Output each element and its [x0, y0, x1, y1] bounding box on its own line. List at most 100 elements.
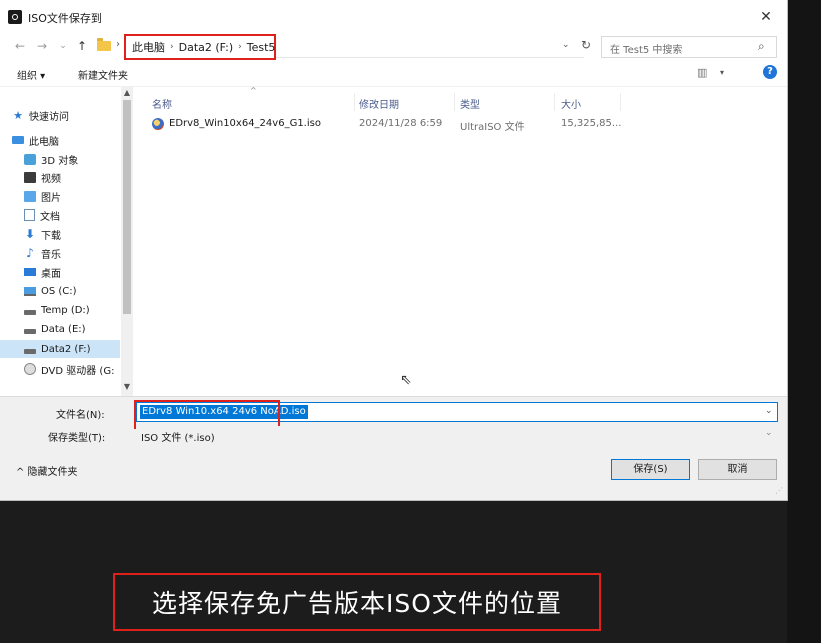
- filetype-select[interactable]: [136, 426, 778, 444]
- address-separator: ›: [116, 39, 120, 50]
- file-modified: 2024/11/28 6:59: [359, 118, 443, 129]
- desktop-icon: [24, 268, 36, 276]
- caption-text: 选择保存免广告版本ISO文件的位置: [152, 589, 562, 618]
- file-type: UltraISO 文件: [460, 122, 525, 133]
- sidebar-item-label: 视频: [41, 173, 61, 185]
- sidebar-item-label: DVD 驱动器 (G:: [41, 365, 115, 377]
- organize-button[interactable]: 组织 ▾: [17, 67, 45, 82]
- help-icon[interactable]: ?: [763, 65, 777, 79]
- column-divider: [554, 93, 555, 111]
- navigation-pane: ★ 快速访问 此电脑 3D 对象 视频 图片 文档 ⬇ 下载 ♪ 音乐 桌面 O…: [0, 86, 133, 396]
- sidebar-item-label: 下载: [41, 230, 61, 242]
- drive-icon: [24, 309, 36, 315]
- app-icon: [8, 10, 22, 24]
- search-placeholder: 在 Test5 中搜索: [610, 45, 683, 56]
- scroll-down-icon[interactable]: ▼: [121, 382, 133, 391]
- computer-icon: [12, 136, 24, 144]
- search-input[interactable]: 在 Test5 中搜索 ⌕: [601, 36, 777, 58]
- sort-indicator-icon: ^: [250, 86, 257, 95]
- video-icon: [24, 171, 36, 183]
- download-arrow-icon: ⬇: [24, 226, 36, 241]
- drive-icon: [24, 328, 36, 334]
- iso-file-icon: [152, 118, 164, 130]
- sidebar-item-label: 音乐: [41, 249, 61, 261]
- address-dropdown-icon[interactable]: ⌄: [562, 40, 570, 50]
- recent-dropdown-icon[interactable]: ⌄: [55, 38, 71, 54]
- column-divider: [354, 93, 355, 111]
- filename-dropdown-icon[interactable]: ⌄: [765, 406, 773, 416]
- sidebar-item-data-e[interactable]: Data (E:): [24, 320, 86, 338]
- file-size: 15,325,85...: [561, 118, 622, 129]
- save-button[interactable]: 保存(S): [611, 459, 690, 480]
- scroll-thumb[interactable]: [123, 100, 131, 314]
- column-header-modified[interactable]: 修改日期: [359, 96, 399, 111]
- column-header-type[interactable]: 类型: [460, 96, 480, 111]
- sidebar-item-os-c[interactable]: OS (C:): [24, 282, 77, 300]
- column-header-size[interactable]: 大小: [561, 96, 581, 111]
- sidebar-item-quick-access[interactable]: ★ 快速访问: [12, 106, 69, 124]
- sidebar-item-pictures[interactable]: 图片: [24, 187, 61, 205]
- refresh-icon[interactable]: ↻: [581, 38, 591, 52]
- breadcrumb-data2[interactable]: Data2 (F:): [179, 41, 234, 54]
- sidebar-item-label: 桌面: [41, 268, 61, 280]
- scroll-up-icon[interactable]: ▲: [121, 88, 133, 97]
- picture-icon: [24, 190, 36, 202]
- sidebar-item-documents[interactable]: 文档: [24, 206, 60, 224]
- sidebar-item-label: Data (E:): [41, 323, 86, 335]
- sidebar-item-label: 快速访问: [29, 111, 69, 123]
- sidebar-item-label: 文档: [40, 211, 60, 223]
- search-icon: ⌕: [758, 39, 765, 53]
- system-drive-icon: [24, 286, 36, 296]
- sidebar-item-3d-objects[interactable]: 3D 对象: [24, 150, 78, 168]
- sidebar-item-desktop[interactable]: 桌面: [24, 263, 61, 281]
- sidebar-item-label: Temp (D:): [41, 304, 90, 316]
- music-note-icon: ♪: [26, 245, 34, 260]
- caption-box: 选择保存免广告版本ISO文件的位置: [113, 573, 601, 631]
- cancel-button[interactable]: 取消: [698, 459, 777, 480]
- sidebar-item-videos[interactable]: 视频: [24, 168, 61, 186]
- window-title: ISO文件保存到: [28, 12, 102, 25]
- back-arrow-icon[interactable]: ←: [12, 38, 28, 54]
- breadcrumb-this-pc[interactable]: 此电脑: [132, 39, 165, 55]
- sidebar-item-data2-f[interactable]: Data2 (F:): [0, 340, 120, 358]
- sidebar-item-temp-d[interactable]: Temp (D:): [24, 301, 90, 319]
- up-arrow-icon[interactable]: ↑: [74, 38, 90, 54]
- sidebar-item-music[interactable]: ♪ 音乐: [24, 244, 61, 262]
- view-dropdown-icon[interactable]: ▾: [720, 68, 724, 77]
- sidebar-item-downloads[interactable]: ⬇ 下载: [24, 225, 61, 243]
- background-strip: [787, 0, 821, 643]
- filetype-dropdown-icon[interactable]: ⌄: [765, 428, 773, 438]
- view-options-icon[interactable]: ▥: [697, 66, 707, 79]
- sidebar-item-this-pc[interactable]: 此电脑: [12, 131, 59, 149]
- column-header-name[interactable]: 名称: [152, 96, 172, 111]
- filetype-label: 保存类型(T):: [48, 433, 106, 444]
- star-icon: ★: [13, 108, 23, 122]
- forward-arrow-icon[interactable]: →: [34, 38, 50, 54]
- mouse-cursor-icon: ⇖: [400, 372, 412, 388]
- file-name[interactable]: EDrv8_Win10x64_24v6_G1.iso: [169, 118, 321, 129]
- hide-folders-button[interactable]: ^ 隐藏文件夹: [16, 463, 78, 478]
- sidebar-item-dvd-g[interactable]: DVD 驱动器 (G:: [24, 360, 114, 378]
- breadcrumb-separator: ›: [238, 42, 242, 52]
- cube-icon: [24, 153, 36, 165]
- sidebar-item-label: 3D 对象: [41, 155, 79, 167]
- new-folder-button[interactable]: 新建文件夹: [78, 67, 128, 82]
- title-bar: ISO文件保存到 ✕: [0, 0, 787, 32]
- filename-highlight-box: [134, 400, 280, 429]
- filename-label: 文件名(N):: [56, 410, 105, 421]
- sidebar-item-label: 图片: [41, 192, 61, 204]
- breadcrumb[interactable]: 此电脑 › Data2 (F:) › Test5: [124, 34, 276, 60]
- close-icon[interactable]: ✕: [756, 8, 776, 26]
- breadcrumb-test5[interactable]: Test5: [247, 41, 276, 54]
- save-dialog: ISO文件保存到 ✕ ← → ⌄ ↑ › 此电脑 › Data2 (F:) › …: [0, 0, 788, 501]
- breadcrumb-separator: ›: [170, 42, 174, 52]
- dvd-icon: [24, 363, 36, 375]
- filetype-value: ISO 文件 (*.iso): [141, 433, 215, 444]
- resize-grip-icon[interactable]: ⋰: [775, 486, 783, 495]
- column-divider: [454, 93, 455, 111]
- sidebar-item-label: OS (C:): [41, 285, 77, 297]
- sidebar-item-label: 此电脑: [29, 136, 59, 148]
- document-icon: [24, 209, 35, 221]
- column-divider: [620, 93, 621, 111]
- address-bar-line[interactable]: [276, 57, 584, 58]
